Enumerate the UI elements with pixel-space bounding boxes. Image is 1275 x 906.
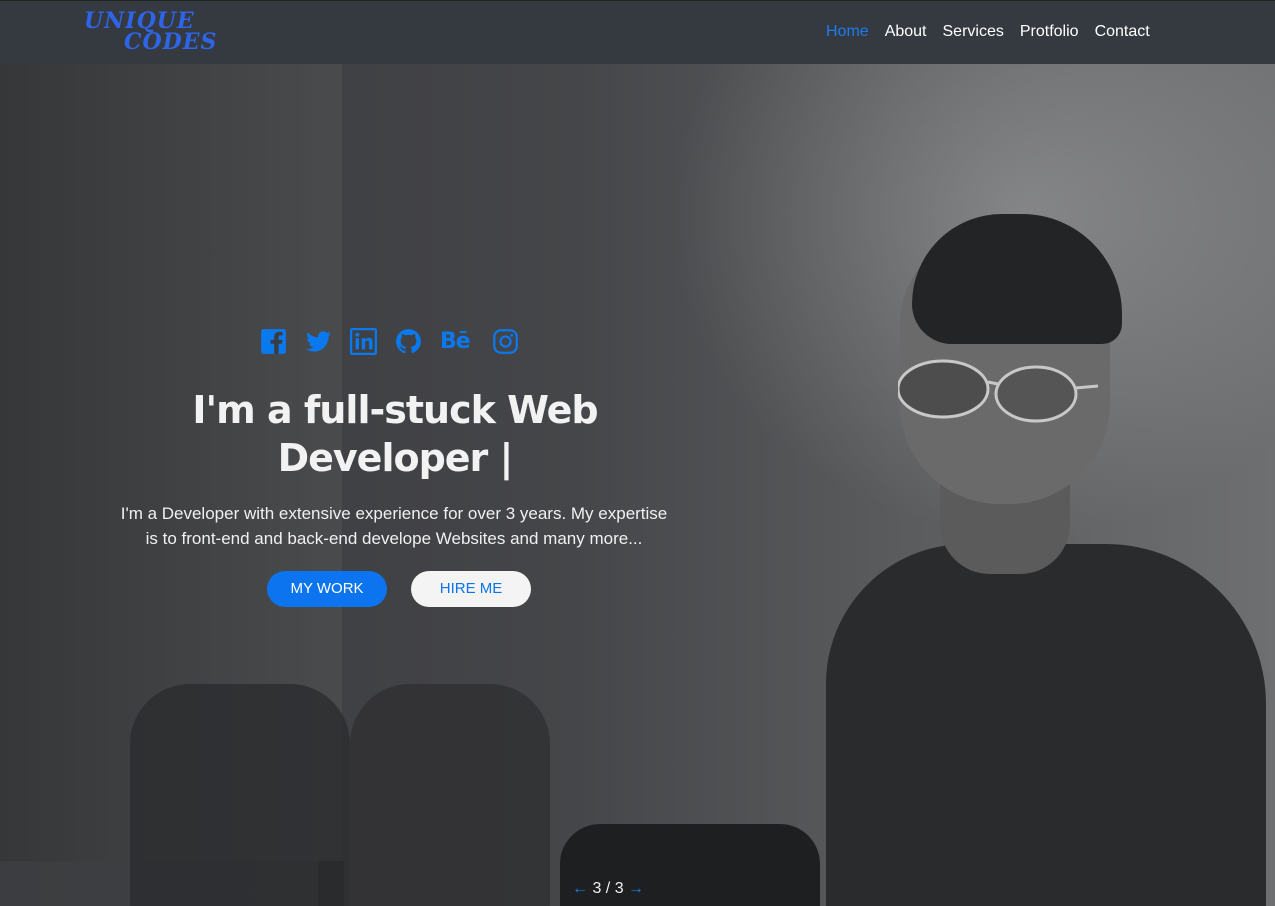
linkedin-icon[interactable] [350, 328, 377, 355]
description-line1: I'm a Developer with extensive experienc… [120, 504, 668, 523]
brand-logo-line2: CODES [124, 29, 218, 55]
headline-line1: I'm a full-stuck Web [192, 388, 598, 432]
hire-me-button[interactable]: HIRE ME [411, 571, 531, 607]
nav-menu: Home About Services Protfolio Contact [826, 23, 1166, 41]
nav-link-home[interactable]: Home [826, 23, 869, 41]
my-work-button[interactable]: MY WORK [267, 571, 387, 607]
hero-description: I'm a Developer with extensive experienc… [84, 501, 704, 551]
github-icon[interactable] [395, 328, 422, 355]
nav-link-services[interactable]: Services [943, 23, 1004, 41]
hero-headline: I'm a full-stuck Web Developer | [110, 386, 680, 482]
headline-line2: Developer | [277, 436, 514, 480]
nav-link-portfolio[interactable]: Protfolio [1020, 23, 1079, 41]
brand-logo[interactable]: UNIQUE CODES [84, 10, 244, 55]
arrow-left-icon[interactable]: ← [572, 880, 588, 897]
person-shirt [826, 544, 1266, 906]
nav-link-about[interactable]: About [885, 23, 927, 41]
social-links: Bē [260, 328, 519, 355]
nav-link-contact[interactable]: Contact [1095, 23, 1150, 41]
arrow-right-icon[interactable]: → [628, 880, 644, 897]
twitter-icon[interactable] [305, 328, 332, 355]
behance-icon[interactable]: Bē [440, 328, 474, 355]
slide-pagination: ← 3 / 3 → [572, 880, 644, 898]
navbar: UNIQUE CODES Home About Services Protfol… [0, 0, 1275, 64]
instagram-icon[interactable] [492, 328, 519, 355]
hero-content: Bē I'm a full-stuck Web Developer | I'm … [0, 64, 790, 906]
slide-counter: 3 / 3 [592, 880, 624, 897]
description-line2: is to front-end and back-end develope We… [145, 529, 643, 548]
sunglasses [898, 359, 1098, 423]
facebook-icon[interactable] [260, 328, 287, 355]
